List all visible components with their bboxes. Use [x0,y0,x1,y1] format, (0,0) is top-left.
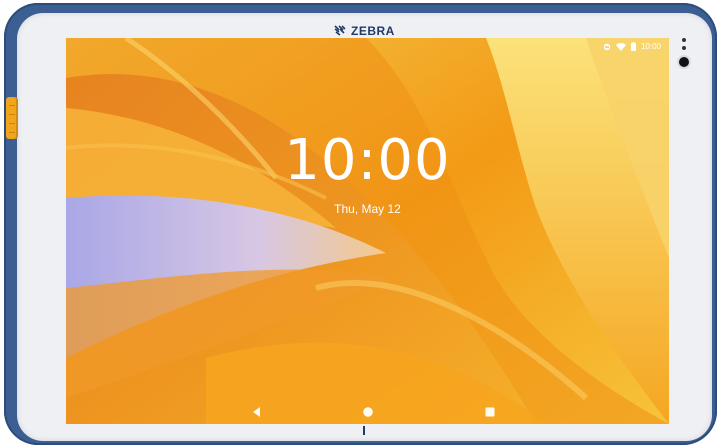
zebra-head-icon [334,25,346,36]
device-bumper: ZEBRA 10:00 10:00 Thu, May 12 [4,3,717,445]
wallpaper [66,38,669,424]
zebra-logo: ZEBRA [333,24,395,38]
lock-date: Thu, May 12 [334,202,401,216]
sensor-dots [681,38,687,54]
status-bar[interactable]: 10:00 [603,42,661,51]
brand-name: ZEBRA [351,24,395,38]
lock-clock: 10:00 [284,128,451,193]
wifi-icon [615,42,626,51]
home-icon[interactable] [362,406,374,418]
lock-screen[interactable]: 10:00 10:00 Thu, May 12 [66,38,669,424]
bezel-marker [363,426,365,435]
battery-icon [630,42,636,51]
status-time: 10:00 [640,42,661,51]
side-scan-button[interactable] [6,97,18,139]
recents-icon[interactable] [484,406,496,418]
back-icon[interactable] [251,406,263,418]
navigation-bar [66,400,669,424]
front-camera [679,57,689,67]
do-not-disturb-icon [603,43,611,50]
device-bezel: ZEBRA 10:00 10:00 Thu, May 12 [6,13,712,441]
